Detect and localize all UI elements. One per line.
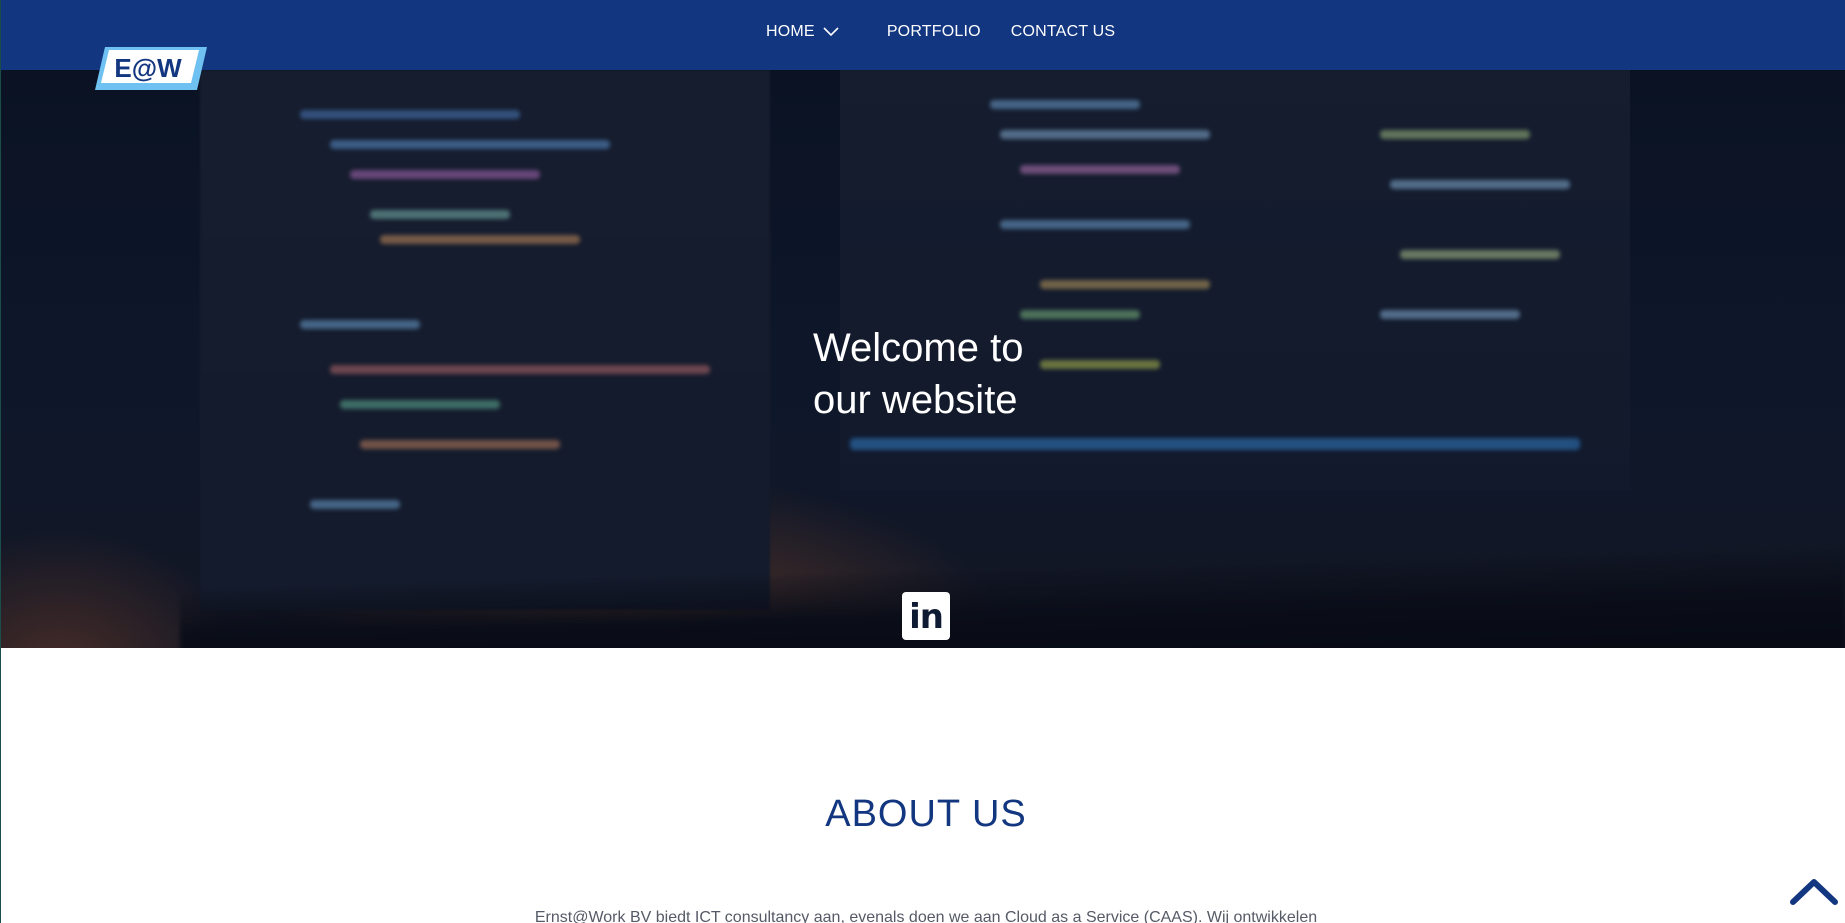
nav-portfolio-label: PORTFOLIO <box>886 23 981 40</box>
hero-title-line-1: Welcome to <box>813 326 1024 370</box>
nav-home-label: HOME <box>766 23 815 40</box>
nav-portfolio[interactable]: PORTFOLIO <box>887 23 981 41</box>
chevron-up-icon[interactable] <box>1789 876 1839 906</box>
chevron-down-icon <box>823 27 839 37</box>
site-logo[interactable]: E@W <box>95 47 207 90</box>
hero-banner: Welcome to our website in <box>0 70 1845 648</box>
nav-contact-us[interactable]: CONTACT US <box>1011 23 1116 41</box>
hero-title-line-2: our website <box>813 378 1018 422</box>
hero-title: Welcome to our website <box>813 322 1173 426</box>
nav-contact-label: CONTACT US <box>1010 23 1116 40</box>
linkedin-icon[interactable]: in <box>902 592 950 640</box>
page: HOME PORTFOLIO CONTACT US E@W Welcome to… <box>0 0 1845 923</box>
svg-text:E@W: E@W <box>114 53 182 83</box>
about-us-text: Ernst@Work BV biedt ICT consultancy aan,… <box>534 909 1318 923</box>
about-us-heading: ABOUT US <box>825 793 1027 835</box>
main-nav: HOME PORTFOLIO CONTACT US <box>766 0 1115 64</box>
top-navigation-bar: HOME PORTFOLIO CONTACT US <box>0 0 1845 70</box>
nav-home[interactable]: HOME <box>766 23 839 41</box>
page-left-border <box>0 0 1 923</box>
